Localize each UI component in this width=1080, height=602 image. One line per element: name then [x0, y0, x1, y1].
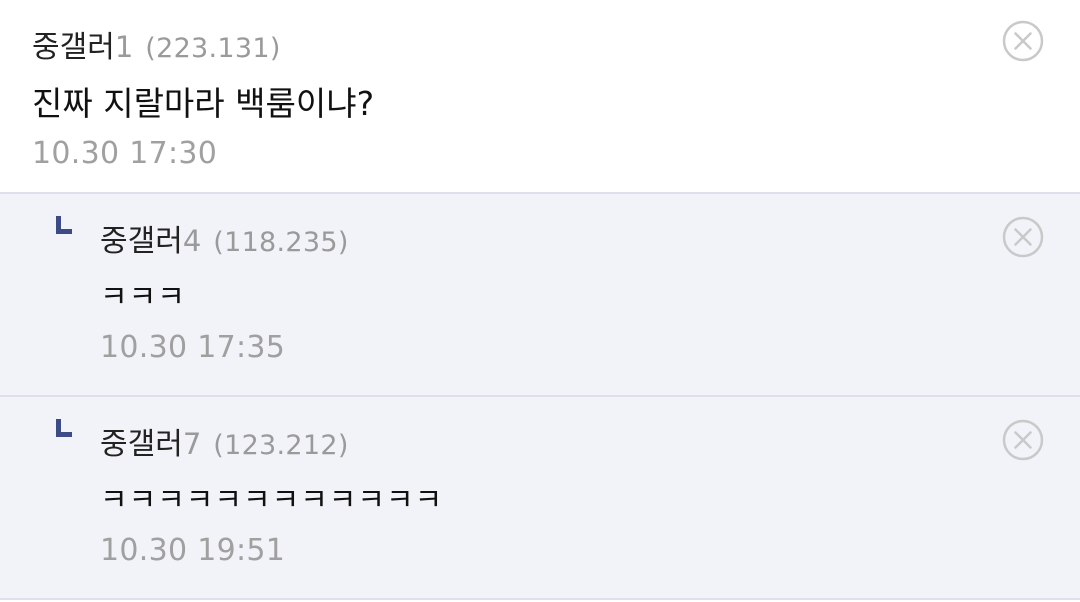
- comment-item: 중갤러 1 (223.131) 진짜 지랄마라 백룸이냐? 10.30 17:30: [0, 0, 1080, 194]
- delete-comment-button[interactable]: [1002, 20, 1044, 62]
- circle-x-icon: [1002, 20, 1044, 62]
- comment-timestamp: 10.30 19:51: [100, 533, 286, 568]
- circle-x-icon: [1002, 419, 1044, 461]
- comment-body: 진짜 지랄마라 백룸이냐?: [32, 84, 375, 123]
- comment-author-line: 중갤러 1 (223.131): [32, 22, 1080, 65]
- comment-author-line: 중갤러 7 (123.212): [100, 419, 1080, 462]
- comment-nickname[interactable]: 중갤러: [100, 419, 183, 463]
- comment-timestamp: 10.30 17:30: [32, 136, 218, 171]
- comment-nickname-number[interactable]: 4: [183, 224, 201, 258]
- delete-comment-button[interactable]: [1002, 419, 1044, 461]
- comment-ip: (223.131): [145, 33, 281, 64]
- comment-nickname-number[interactable]: 7: [183, 427, 201, 461]
- comment-nickname[interactable]: 중갤러: [100, 216, 183, 260]
- reply-item: 중갤러 4 (118.235) ㅋㅋㅋ 10.30 17:35: [0, 194, 1080, 397]
- comment-body: ㅋㅋㅋ: [100, 280, 186, 315]
- comment-nickname[interactable]: 중갤러: [32, 22, 115, 66]
- delete-comment-button[interactable]: [1002, 216, 1044, 258]
- comment-body: ㅋㅋㅋㅋㅋㅋㅋㅋㅋㅋㅋㅋ: [100, 483, 444, 518]
- comment-ip: (123.212): [213, 430, 349, 461]
- comment-author-line: 중갤러 4 (118.235): [100, 216, 1080, 259]
- comment-nickname-number[interactable]: 1: [115, 30, 133, 64]
- reply-arrow-icon: [56, 419, 72, 437]
- circle-x-icon: [1002, 216, 1044, 258]
- comment-ip: (118.235): [213, 227, 349, 258]
- reply-arrow-icon: [56, 216, 72, 234]
- comment-timestamp: 10.30 17:35: [100, 330, 286, 365]
- reply-item: 중갤러 7 (123.212) ㅋㅋㅋㅋㅋㅋㅋㅋㅋㅋㅋㅋ 10.30 19:51: [0, 397, 1080, 600]
